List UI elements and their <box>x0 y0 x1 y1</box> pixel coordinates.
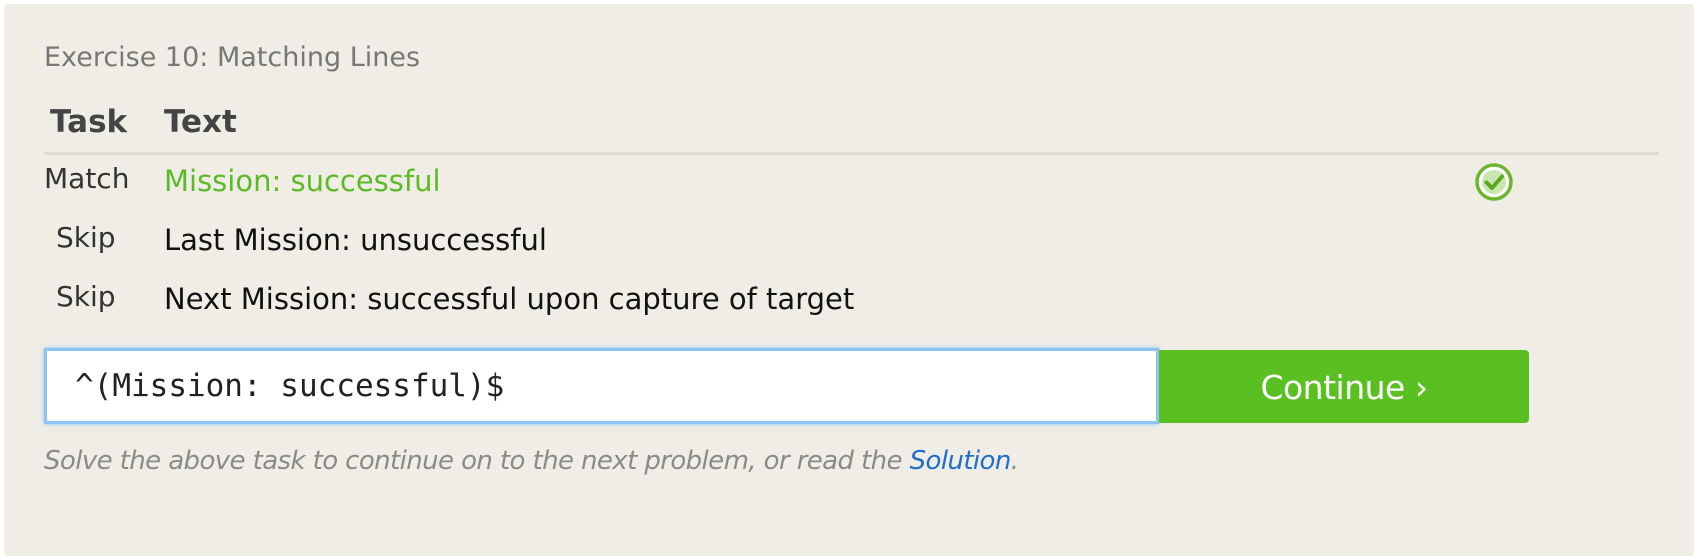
column-header-text: Text <box>164 104 237 140</box>
row-task-label: Match <box>44 162 130 195</box>
header-divider <box>44 152 1659 155</box>
exercise-panel: Exercise 10: Matching Lines Task Text Ma… <box>4 4 1694 556</box>
hint-text-before: Solve the above task to continue on to t… <box>44 446 910 476</box>
table-row: Skip Last Mission: unsuccessful <box>4 221 1694 281</box>
row-task-label: Skip <box>56 280 116 313</box>
row-text: Last Mission: unsuccessful <box>164 223 547 257</box>
row-text: Next Mission: successful upon capture of… <box>164 282 855 316</box>
regex-input[interactable] <box>44 348 1159 424</box>
continue-button[interactable]: Continue › <box>1159 350 1529 423</box>
row-text: Mission: successful <box>164 164 441 198</box>
table-row: Skip Next Mission: successful upon captu… <box>4 280 1694 340</box>
column-header-task: Task <box>50 104 128 140</box>
row-task-label: Skip <box>56 221 116 254</box>
solution-link[interactable]: Solution <box>910 446 1012 476</box>
hint-text: Solve the above task to continue on to t… <box>44 446 1019 476</box>
hint-text-after: . <box>1010 446 1019 476</box>
exercise-title: Exercise 10: Matching Lines <box>44 42 421 73</box>
check-circle-icon <box>1475 163 1513 201</box>
table-row: Match Mission: successful <box>4 162 1694 222</box>
